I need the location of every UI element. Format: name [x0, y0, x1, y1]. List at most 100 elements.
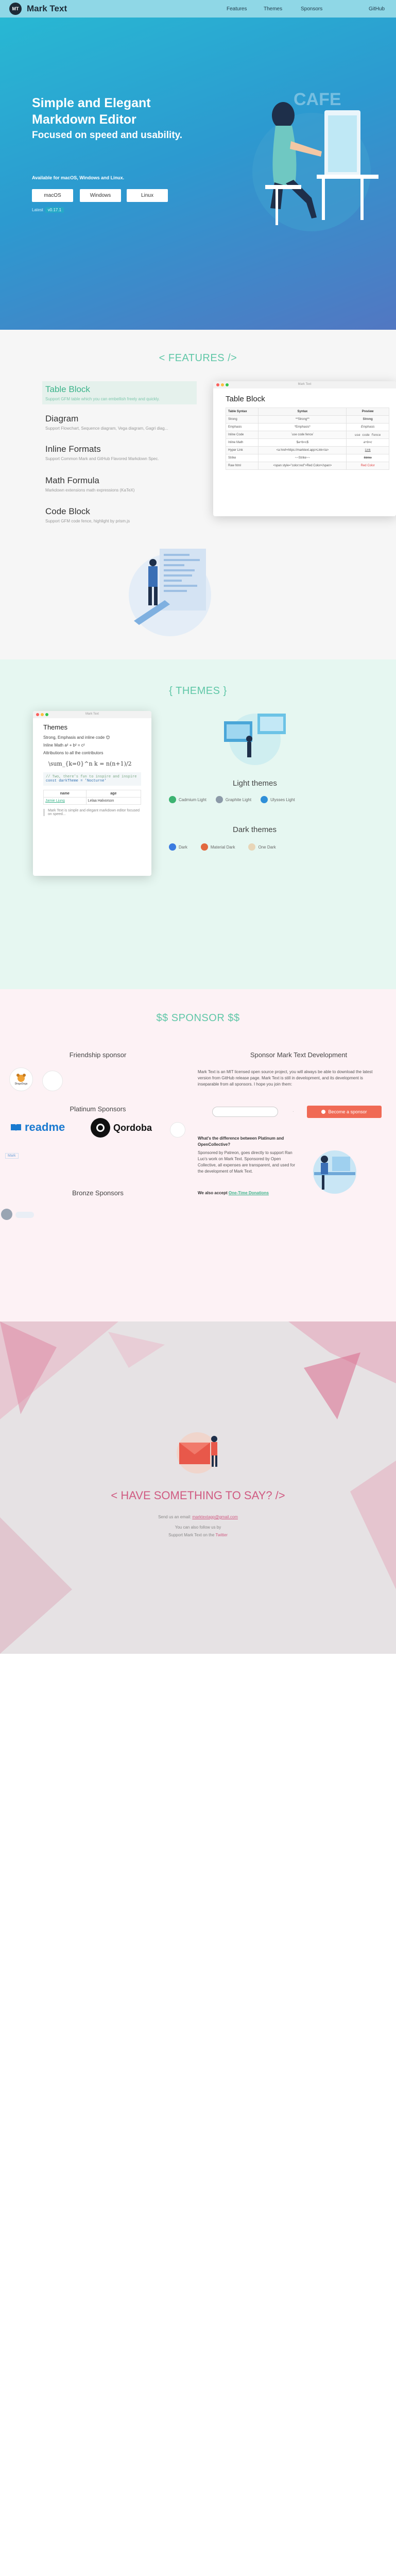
mini-sponsor-badge[interactable]: Mark — [5, 1153, 19, 1159]
hero-title: Simple and Elegant Markdown Editor — [32, 96, 151, 127]
feature-desc: Support Common Mark and GitHub Flavored … — [45, 456, 159, 461]
version-badge[interactable]: Latest v0.17.1 — [32, 207, 64, 213]
table-cell: Red Color — [346, 462, 389, 470]
theme-color-swatch — [261, 796, 268, 803]
theme-option-cadmium-light[interactable]: Cadmium Light — [169, 796, 206, 803]
theme-name: One Dark — [258, 844, 276, 850]
theme-option-one-dark[interactable]: One Dark — [248, 843, 276, 851]
dog-icon — [16, 1074, 26, 1082]
theme-color-swatch — [169, 796, 176, 803]
table-cell: Raw html — [225, 462, 259, 470]
table-header: name — [43, 790, 87, 798]
light-themes-heading: Light themes — [233, 779, 277, 788]
version-number: v0.17.1 — [45, 207, 64, 213]
feature-inline-formats[interactable]: Inline Formats Support Common Mark and G… — [45, 444, 200, 461]
version-label: Latest — [32, 208, 43, 212]
twitter-link[interactable]: Twitter — [215, 1533, 228, 1537]
table-row: Raw html <span style="color:red">Red Colo… — [225, 462, 389, 470]
download-windows-button[interactable]: Windows — [80, 189, 121, 202]
dark-themes-list: Dark Material Dark One Dark — [169, 843, 276, 851]
feature-math-formula[interactable]: Math Formula Markdown extensions math ex… — [45, 476, 200, 493]
theme-name: Graphite Light — [225, 797, 252, 802]
email-prefix: Send us an email: — [158, 1515, 192, 1519]
features-section: < FEATURES /> Table Block Support GFM ta… — [0, 330, 396, 659]
logo-icon[interactable]: MT — [9, 3, 22, 15]
table-cell: ~~Strike~~ — [258, 454, 347, 462]
sponsor-amount-input[interactable] — [212, 1107, 278, 1117]
book-icon — [11, 1124, 21, 1131]
top-nav: MT Mark Text Features Themes Sponsors Gi… — [0, 0, 396, 18]
theme-name: Dark — [179, 844, 187, 850]
table-cell-link[interactable]: Link — [346, 446, 389, 454]
table-cell: **Strong** — [258, 415, 347, 423]
table-cell: Strike — [346, 454, 389, 462]
preview-line: Inline Math a² + b² = c² — [43, 743, 85, 748]
feature-code-block[interactable]: Code Block Support GFM code fence, highl… — [45, 506, 200, 523]
one-time-donations-link[interactable]: One-Time Donations — [229, 1191, 269, 1195]
bronze-sponsor-avatar[interactable] — [1, 1209, 12, 1220]
dingodogs-logo[interactable]: DingoDogs — [9, 1067, 33, 1091]
feature-title: Code Block — [45, 506, 90, 516]
readme-logo[interactable]: readme — [10, 1121, 65, 1134]
table-row: Inline Code `use code fence` use code fenc… — [225, 431, 389, 439]
nav-link-sponsors[interactable]: Sponsors — [301, 6, 338, 12]
syntax-table: Table Syntax Syntax Preview Strong **Stro… — [225, 408, 389, 470]
nav-link-themes[interactable]: Themes — [264, 6, 301, 12]
hero-section: Simple and Elegant Markdown Editor Focus… — [0, 18, 396, 330]
preview-math: \sum_{k=0}^n k = n(n+1)/2 — [48, 760, 132, 767]
become-sponsor-button[interactable]: Become a sponsor — [307, 1106, 382, 1118]
nav-link-features[interactable]: Features — [227, 6, 264, 12]
nav-link-github[interactable]: GitHub — [369, 6, 396, 12]
theme-option-dark[interactable]: Dark — [169, 843, 187, 851]
feature-title: Table Block — [45, 384, 90, 394]
platinum-sponsors-heading: Platinum Sponsors — [70, 1105, 126, 1113]
preview-code-comment: // Two, there's fun to inspire and inspi… — [46, 775, 137, 779]
twitter-prefix: Support Mark Text on the — [168, 1533, 215, 1537]
availability-text: Available for macOS, Windows and Linux. — [32, 175, 125, 180]
envelope-illustration — [177, 1432, 218, 1473]
table-cell: <a href=https://marktext.app>Link</a> — [258, 446, 347, 454]
accept-prefix: We also accept — [198, 1191, 228, 1195]
contact-heading: < HAVE SOMETHING TO SAY? /> — [111, 1489, 285, 1502]
platinum-sponsor-placeholder[interactable] — [170, 1122, 185, 1138]
brand-name[interactable]: Mark Text — [27, 4, 67, 14]
download-macos-button[interactable]: macOS — [32, 189, 73, 202]
friendship-sponsor-placeholder[interactable] — [42, 1071, 63, 1091]
download-linux-button[interactable]: Linux — [127, 189, 168, 202]
sponsor-title: $$ SPONSOR $$ — [156, 1012, 240, 1024]
preview-line: Attributions to all the contributors — [43, 751, 104, 755]
table-cell: Strong — [346, 415, 389, 423]
table-header: Table Syntax — [225, 408, 259, 416]
theme-option-material-dark[interactable]: Material Dark — [200, 843, 235, 851]
table-row: Inline Math $a+b=c$ a+b=c — [225, 438, 389, 447]
table-cell: Lelaa Halvorson — [85, 797, 142, 805]
contact-section: < HAVE SOMETHING TO SAY? /> Send us an e… — [0, 1321, 396, 1654]
theme-switch-illustration — [224, 714, 286, 765]
preview-code-line: const darkTheme = 'Nocturne' — [46, 779, 107, 783]
contact-email-line: Send us an email: marktextapp@gmail.com — [0, 1515, 396, 1519]
patreon-icon — [321, 1110, 326, 1114]
sponsor-description: Mark Text is an MIT licensed open source… — [198, 1070, 373, 1087]
feature-diagram[interactable]: Diagram Support Flowchart, Sequence diag… — [45, 414, 200, 431]
qordoba-logo[interactable]: Qordoba — [91, 1118, 152, 1138]
table-preview-window: Mark Text Table Block Table Syntax Synta… — [213, 381, 396, 516]
table-cell: Inline Math — [225, 438, 259, 447]
theme-option-ulysses-light[interactable]: Ulysses Light — [261, 796, 295, 803]
table-row: Hyper Link <a href=https://marktext.app>L… — [225, 446, 389, 454]
theme-option-graphite-light[interactable]: Graphite Light — [215, 796, 252, 803]
svg-text:CAFE: CAFE — [294, 90, 341, 109]
theme-preview-window: Mark Text Themes Strong, Emphasis and in… — [33, 711, 151, 876]
table-cell: Emphasis — [346, 423, 389, 431]
difference-heading: What's the difference between Platinum a… — [198, 1136, 284, 1147]
bronze-sponsor-badge[interactable] — [15, 1212, 34, 1218]
feature-title: Inline Formats — [45, 444, 101, 454]
bronze-sponsors-heading: Bronze Sponsors — [72, 1189, 124, 1197]
sponsor-desk-illustration — [313, 1150, 356, 1194]
table-cell: Emphasis — [225, 423, 259, 431]
twitter-line: Support Mark Text on the Twitter — [0, 1533, 396, 1537]
feature-table-block[interactable]: Table Block Support GFM table which you … — [42, 381, 197, 404]
theme-name: Material Dark — [210, 844, 235, 850]
feature-title: Math Formula — [45, 476, 99, 485]
email-link[interactable]: marktextapp@gmail.com — [192, 1515, 238, 1519]
light-themes-list: Cadmium Light Graphite Light Ulysses Lig… — [169, 796, 295, 803]
